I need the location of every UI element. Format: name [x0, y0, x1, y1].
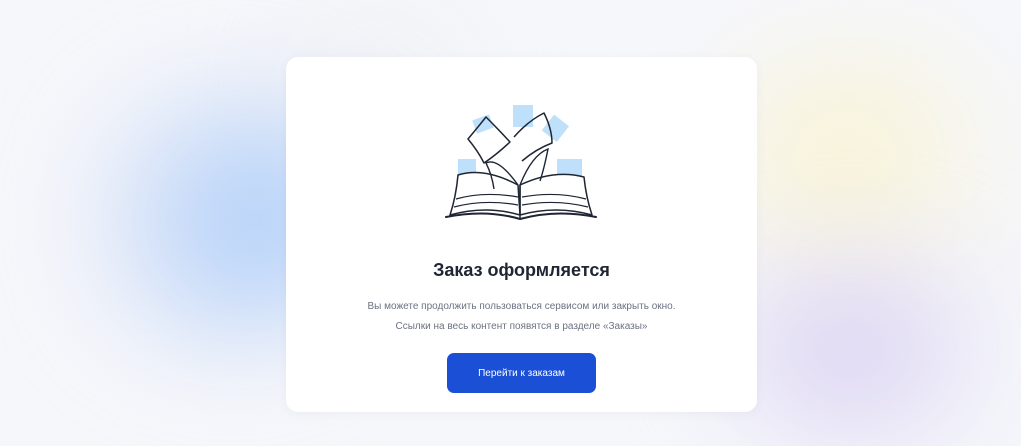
open-book-icon [445, 105, 597, 221]
order-dialog: Заказ оформляется Вы можете продолжить п… [286, 57, 757, 412]
dialog-title: Заказ оформляется [433, 260, 610, 280]
description-line: Вы можете продолжить пользоваться сервис… [367, 301, 676, 312]
dialog-description: Вы можете продолжить пользоваться сервис… [286, 297, 757, 337]
go-to-orders-button[interactable]: Перейти к заказам [447, 353, 596, 393]
description-line: Ссылки на весь контент появятся в раздел… [395, 321, 648, 332]
paper-piece [513, 105, 533, 127]
